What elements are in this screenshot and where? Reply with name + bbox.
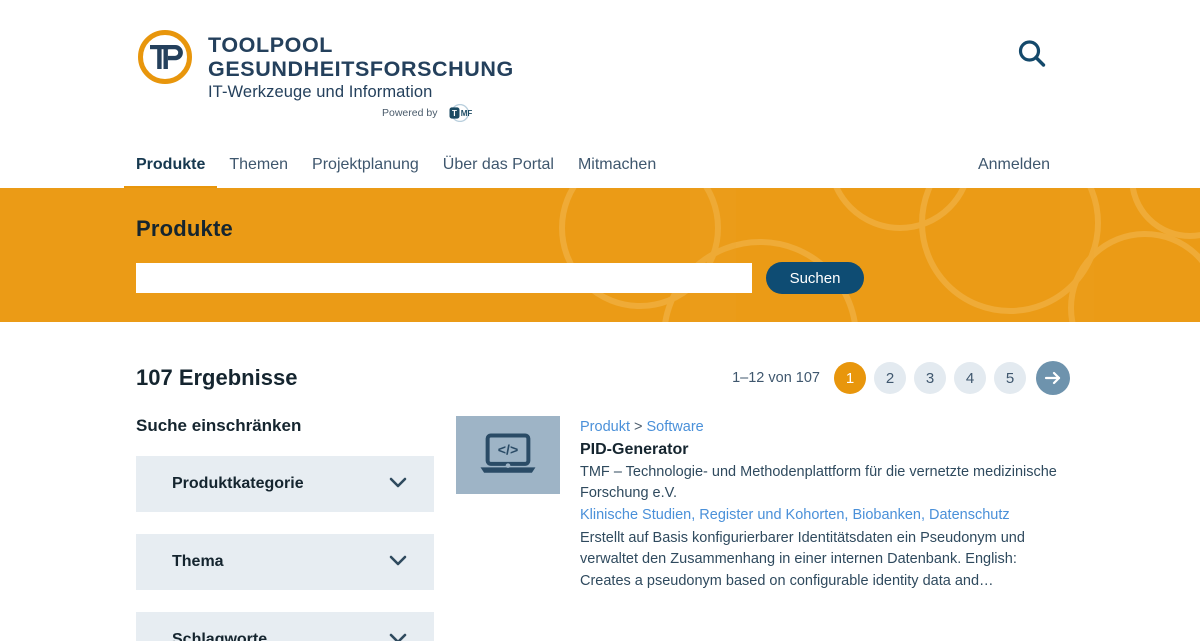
nav-item-label: Projektplanung xyxy=(312,156,419,173)
page-button-4[interactable]: 4 xyxy=(954,362,986,394)
result-item[interactable]: </> Produkt > Software PID-Generator TMF… xyxy=(456,416,1070,592)
hero-search-row: Suchen xyxy=(136,262,1200,294)
logo-line-1: TOOLPOOL xyxy=(208,33,334,57)
powered-by-block: Powered by T MF xyxy=(382,103,477,123)
chevron-down-icon xyxy=(386,470,410,499)
svg-text:MF: MF xyxy=(461,109,473,118)
result-title[interactable]: PID-Generator xyxy=(580,439,1070,461)
tmf-logo-icon: T MF xyxy=(443,103,477,123)
powered-by-label: Powered by xyxy=(382,107,438,119)
chevron-down-icon xyxy=(386,626,410,641)
search-input[interactable] xyxy=(136,263,752,293)
filter-label: Schlagworte xyxy=(172,631,268,641)
page-range-label: 1–12 von 107 xyxy=(732,370,820,386)
filter-sidebar: Suche einschränken Produktkategorie Them… xyxy=(136,416,434,641)
nav-item-mitmachen[interactable]: Mitmachen xyxy=(566,152,668,178)
nav-item-label: Produkte xyxy=(136,156,206,173)
result-tags[interactable]: Klinische Studien, Register und Kohorten… xyxy=(580,505,1070,526)
page-button-1[interactable]: 1 xyxy=(834,362,866,394)
logo-line-2: GESUNDHEITSFORSCHUNG xyxy=(208,57,514,82)
laptop-code-icon: </> xyxy=(480,433,536,473)
page-button-2[interactable]: 2 xyxy=(874,362,906,394)
next-page-button[interactable] xyxy=(1036,361,1070,395)
svg-text:T: T xyxy=(453,109,458,118)
pagination: 1–12 von 107 1 2 3 4 5 xyxy=(732,361,1070,395)
login-link[interactable]: Anmelden xyxy=(978,152,1050,178)
site-logo[interactable]: TOOLPOOL GESUNDHEITSFORSCHUNG IT-Werkzeu… xyxy=(136,28,514,102)
results-header: 107 Ergebnisse 1–12 von 107 1 2 3 4 5 xyxy=(136,356,1070,400)
search-icon[interactable] xyxy=(1014,36,1050,72)
page-button-5[interactable]: 5 xyxy=(994,362,1026,394)
nav-item-label: Mitmachen xyxy=(577,156,657,173)
main-navigation: Produkte Themen Projektplanung Über das … xyxy=(0,152,1200,188)
results-count: 107 Ergebnisse xyxy=(136,365,298,390)
results-list: </> Produkt > Software PID-Generator TMF… xyxy=(456,416,1070,641)
logo-wordmark: TOOLPOOL GESUNDHEITSFORSCHUNG IT-Werkzeu… xyxy=(208,28,514,102)
toolpool-logo-icon xyxy=(136,28,194,86)
filter-label: Produktkategorie xyxy=(172,475,304,492)
filter-thema[interactable]: Thema xyxy=(136,534,434,590)
filter-produktkategorie[interactable]: Produktkategorie xyxy=(136,456,434,512)
page-button-3[interactable]: 3 xyxy=(914,362,946,394)
result-content: Produkt > Software PID-Generator TMF – T… xyxy=(580,416,1070,592)
breadcrumb-leaf[interactable]: Software xyxy=(647,419,704,435)
arrow-right-icon xyxy=(1044,371,1061,385)
breadcrumb-root[interactable]: Produkt xyxy=(580,419,630,435)
search-submit-button[interactable]: Suchen xyxy=(766,262,864,294)
chevron-down-icon xyxy=(386,548,410,577)
nav-item-themen[interactable]: Themen xyxy=(217,152,300,178)
svg-text:</>: </> xyxy=(498,443,518,459)
nav-item-label: Themen xyxy=(229,156,289,173)
result-organization: TMF – Technologie- und Methodenplattform… xyxy=(580,464,1057,501)
breadcrumb-separator: > xyxy=(634,419,643,435)
nav-item-projektplanung[interactable]: Projektplanung xyxy=(300,152,431,178)
logo-tagline: IT-Werkzeuge und Information xyxy=(208,83,433,102)
result-thumbnail: </> xyxy=(456,416,560,494)
sidebar-title: Suche einschränken xyxy=(136,416,302,435)
nav-item-label: Über das Portal xyxy=(442,156,554,173)
nav-item-ueber-das-portal[interactable]: Über das Portal xyxy=(431,152,566,178)
hero-banner: Produkte Suchen xyxy=(0,188,1200,322)
page-title: Produkte xyxy=(136,216,233,241)
result-breadcrumb: Produkt > Software xyxy=(580,418,1070,438)
page-root: TOOLPOOL GESUNDHEITSFORSCHUNG IT-Werkzeu… xyxy=(0,0,1200,641)
filter-label: Thema xyxy=(172,553,224,570)
content-area: Suche einschränken Produktkategorie Them… xyxy=(136,416,1070,641)
result-description: Erstellt auf Basis konfigurierbarer Iden… xyxy=(580,529,1025,589)
filter-schlagworte[interactable]: Schlagworte xyxy=(136,612,434,641)
nav-item-produkte[interactable]: Produkte xyxy=(124,152,217,191)
site-header: TOOLPOOL GESUNDHEITSFORSCHUNG IT-Werkzeu… xyxy=(0,0,1200,188)
